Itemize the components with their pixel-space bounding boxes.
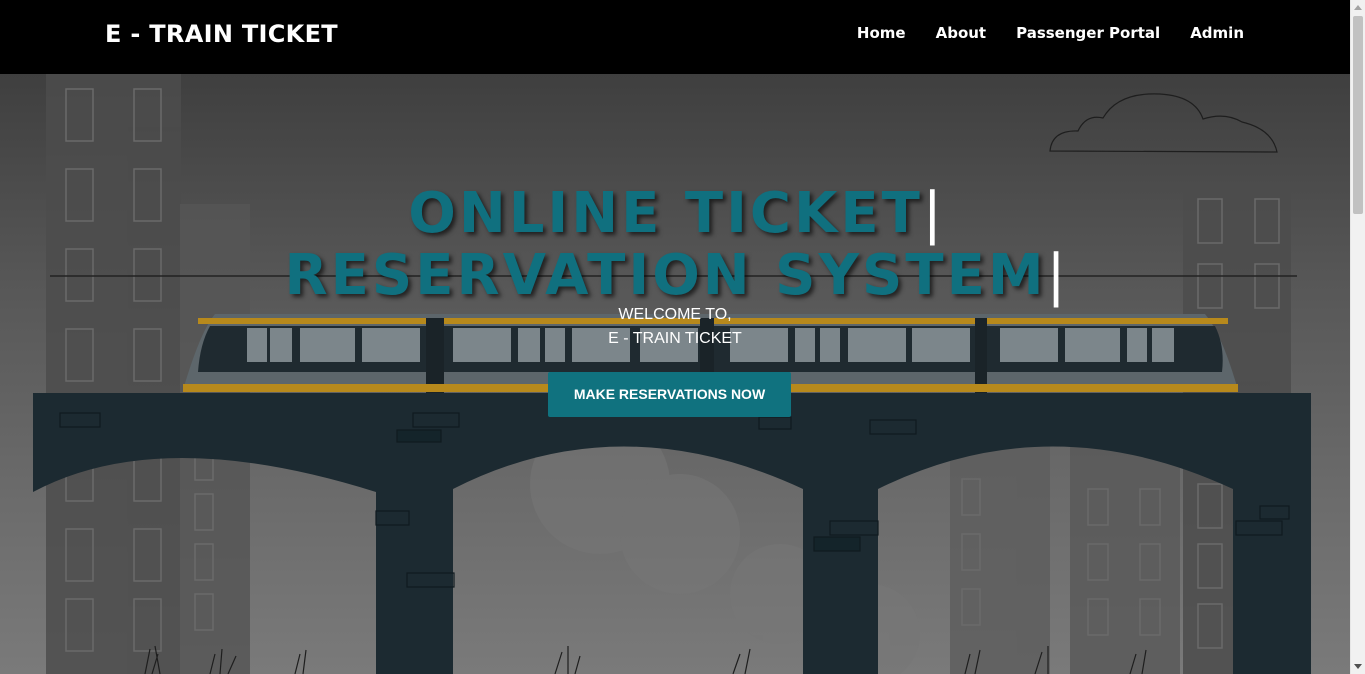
- hero-section: ONLINE TICKET| RESERVATION SYSTEM| WELCO…: [0, 74, 1350, 674]
- navbar: E - TRAIN TICKET Home About Passenger Po…: [0, 0, 1350, 74]
- hero-title-line2: RESERVATION SYSTEM|: [0, 244, 1350, 308]
- welcome-text: WELCOME TO,: [618, 306, 732, 323]
- make-reservations-button[interactable]: MAKE RESERVATIONS NOW: [548, 372, 791, 417]
- hero-title-line1: ONLINE TICKET|: [0, 182, 1350, 246]
- typing-cursor: |: [922, 181, 942, 246]
- hero-title-line2-text: RESERVATION SYSTEM: [284, 243, 1047, 308]
- nav-home[interactable]: Home: [857, 24, 906, 42]
- hero-title-line1-text: ONLINE TICKET: [408, 181, 923, 246]
- nav-menu: Home About Passenger Portal Admin: [857, 24, 1244, 42]
- nav-admin[interactable]: Admin: [1190, 24, 1244, 42]
- vertical-scrollbar[interactable]: [1350, 0, 1365, 674]
- typing-cursor: |: [1046, 243, 1066, 308]
- nav-passenger-portal[interactable]: Passenger Portal: [1016, 24, 1160, 42]
- brand-logo[interactable]: E - TRAIN TICKET: [105, 20, 338, 48]
- nav-about[interactable]: About: [936, 24, 987, 42]
- scroll-up-arrow-icon[interactable]: [1354, 5, 1362, 10]
- page: ONLINE TICKET| RESERVATION SYSTEM| WELCO…: [0, 0, 1365, 674]
- cloud-icon: [1049, 93, 1278, 153]
- scroll-down-arrow-icon[interactable]: [1354, 664, 1362, 669]
- scrollbar-thumb[interactable]: [1353, 16, 1363, 214]
- welcome-site-name: E - TRAIN TICKET: [608, 330, 742, 347]
